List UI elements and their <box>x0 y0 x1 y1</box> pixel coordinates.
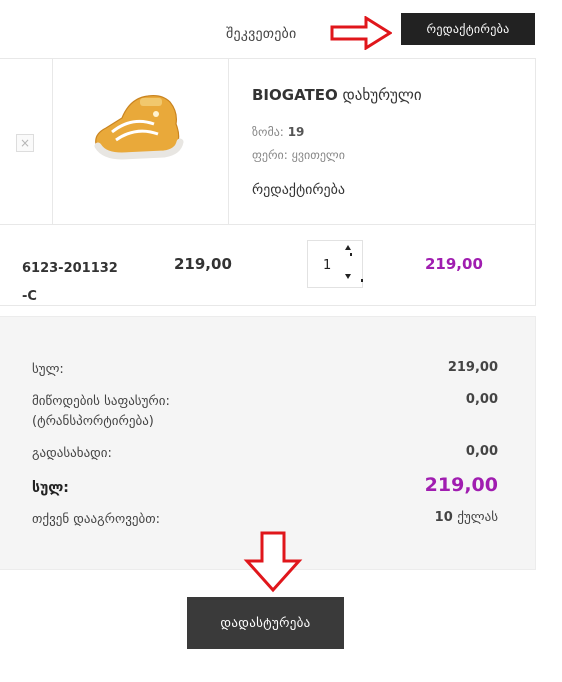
red-arrow-right-icon <box>330 16 392 50</box>
quantity-stepper[interactable]: 1 <box>307 240 363 288</box>
red-arrow-down-icon <box>243 531 303 593</box>
size-value: 19 <box>287 125 305 139</box>
line-total: 219,00 <box>425 255 483 273</box>
shipping-label: მიწოდების საფასური: (ტრანსპორტირება) <box>32 394 170 429</box>
color-label: ფერი: <box>252 148 288 162</box>
increment-icon[interactable] <box>345 245 351 250</box>
quantity-value[interactable]: 1 <box>323 258 331 273</box>
color-value: ყვითელი <box>291 148 345 162</box>
product-name: დახურული <box>337 86 422 104</box>
product-edit-link[interactable]: რედაქტირება <box>252 182 345 198</box>
product-color: ფერი: ყვითელი <box>252 148 345 162</box>
points-unit: ქულას <box>457 510 498 525</box>
points-value: 10 <box>434 510 453 525</box>
unit-price: 219,00 <box>174 255 232 273</box>
tax-value: 0,00 <box>465 444 498 459</box>
subtotal-label: სულ: <box>32 362 64 377</box>
total-value: 219,00 <box>424 474 498 496</box>
shipping-value: 0,00 <box>465 392 498 407</box>
product-image[interactable] <box>92 88 186 160</box>
column-divider <box>52 58 53 224</box>
tax-label: გადასახადი: <box>32 446 112 461</box>
yellow-shoe-icon <box>94 95 184 160</box>
orders-label: შეკვეთები <box>226 26 297 42</box>
total-label: სულ: <box>32 480 69 496</box>
product-title[interactable]: BIOGATEO დახურული <box>252 86 422 104</box>
column-divider <box>228 58 229 224</box>
stepper-mark <box>350 253 352 256</box>
points-earned: 10 ქულას <box>435 510 498 525</box>
row-divider <box>0 224 536 225</box>
remove-item-button[interactable]: × <box>16 134 34 152</box>
size-label: ზომა: <box>252 125 284 139</box>
stepper-mark <box>361 279 363 282</box>
points-label: თქვენ დააგროვებთ: <box>32 512 161 527</box>
edit-button[interactable]: რედაქტირება <box>401 13 535 45</box>
subtotal-value: 219,00 <box>447 360 498 375</box>
decrement-icon[interactable] <box>345 274 351 279</box>
product-brand: BIOGATEO <box>252 86 338 104</box>
product-size: ზომა: 19 <box>252 125 304 139</box>
product-sku: 6123-201132-C <box>22 261 118 304</box>
confirm-button[interactable]: დადასტურება <box>187 597 344 649</box>
